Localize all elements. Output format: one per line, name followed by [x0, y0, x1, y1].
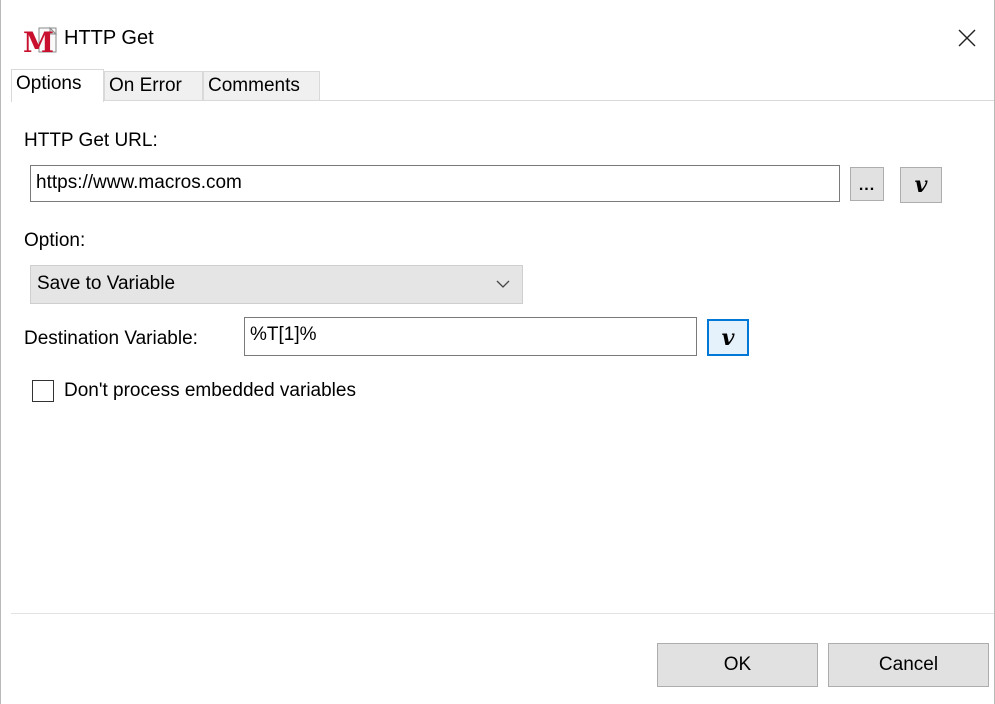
close-icon: [958, 29, 976, 47]
destination-variable-input[interactable]: %T[1]%: [244, 317, 697, 356]
ok-button[interactable]: OK: [657, 643, 818, 687]
cancel-button[interactable]: Cancel: [828, 643, 989, 687]
destination-variable-button[interactable]: v: [707, 319, 749, 356]
ellipsis-icon: ...: [858, 177, 876, 194]
chevron-down-icon: [496, 280, 510, 288]
destination-variable-label: Destination Variable:: [24, 328, 198, 349]
url-label: HTTP Get URL:: [24, 130, 158, 151]
title-bar: M HTTP Get: [1, 0, 994, 73]
macro-m-icon: M: [23, 26, 59, 59]
svg-text:M: M: [23, 26, 54, 56]
http-get-dialog: M HTTP Get Options On Error Comments HTT…: [0, 0, 995, 704]
url-variable-button[interactable]: v: [900, 167, 942, 203]
tab-comments[interactable]: Comments: [203, 71, 320, 100]
footer-divider: [11, 613, 994, 614]
tab-options[interactable]: Options: [11, 69, 104, 102]
option-label: Option:: [24, 230, 86, 251]
options-panel: HTTP Get URL: https://www.macros.com ...…: [11, 100, 994, 614]
variable-icon: v: [914, 172, 928, 198]
window-title: HTTP Get: [64, 27, 154, 49]
embedded-variables-label: Don't process embedded variables: [64, 380, 356, 401]
tab-on-error[interactable]: On Error: [104, 71, 203, 100]
option-select[interactable]: Save to Variable: [30, 265, 523, 304]
embedded-variables-checkbox[interactable]: [32, 380, 54, 402]
variable-icon: v: [721, 324, 735, 351]
url-input[interactable]: https://www.macros.com: [30, 165, 840, 202]
browse-button[interactable]: ...: [850, 167, 884, 201]
option-select-value: Save to Variable: [37, 273, 176, 294]
close-button[interactable]: [940, 16, 994, 60]
